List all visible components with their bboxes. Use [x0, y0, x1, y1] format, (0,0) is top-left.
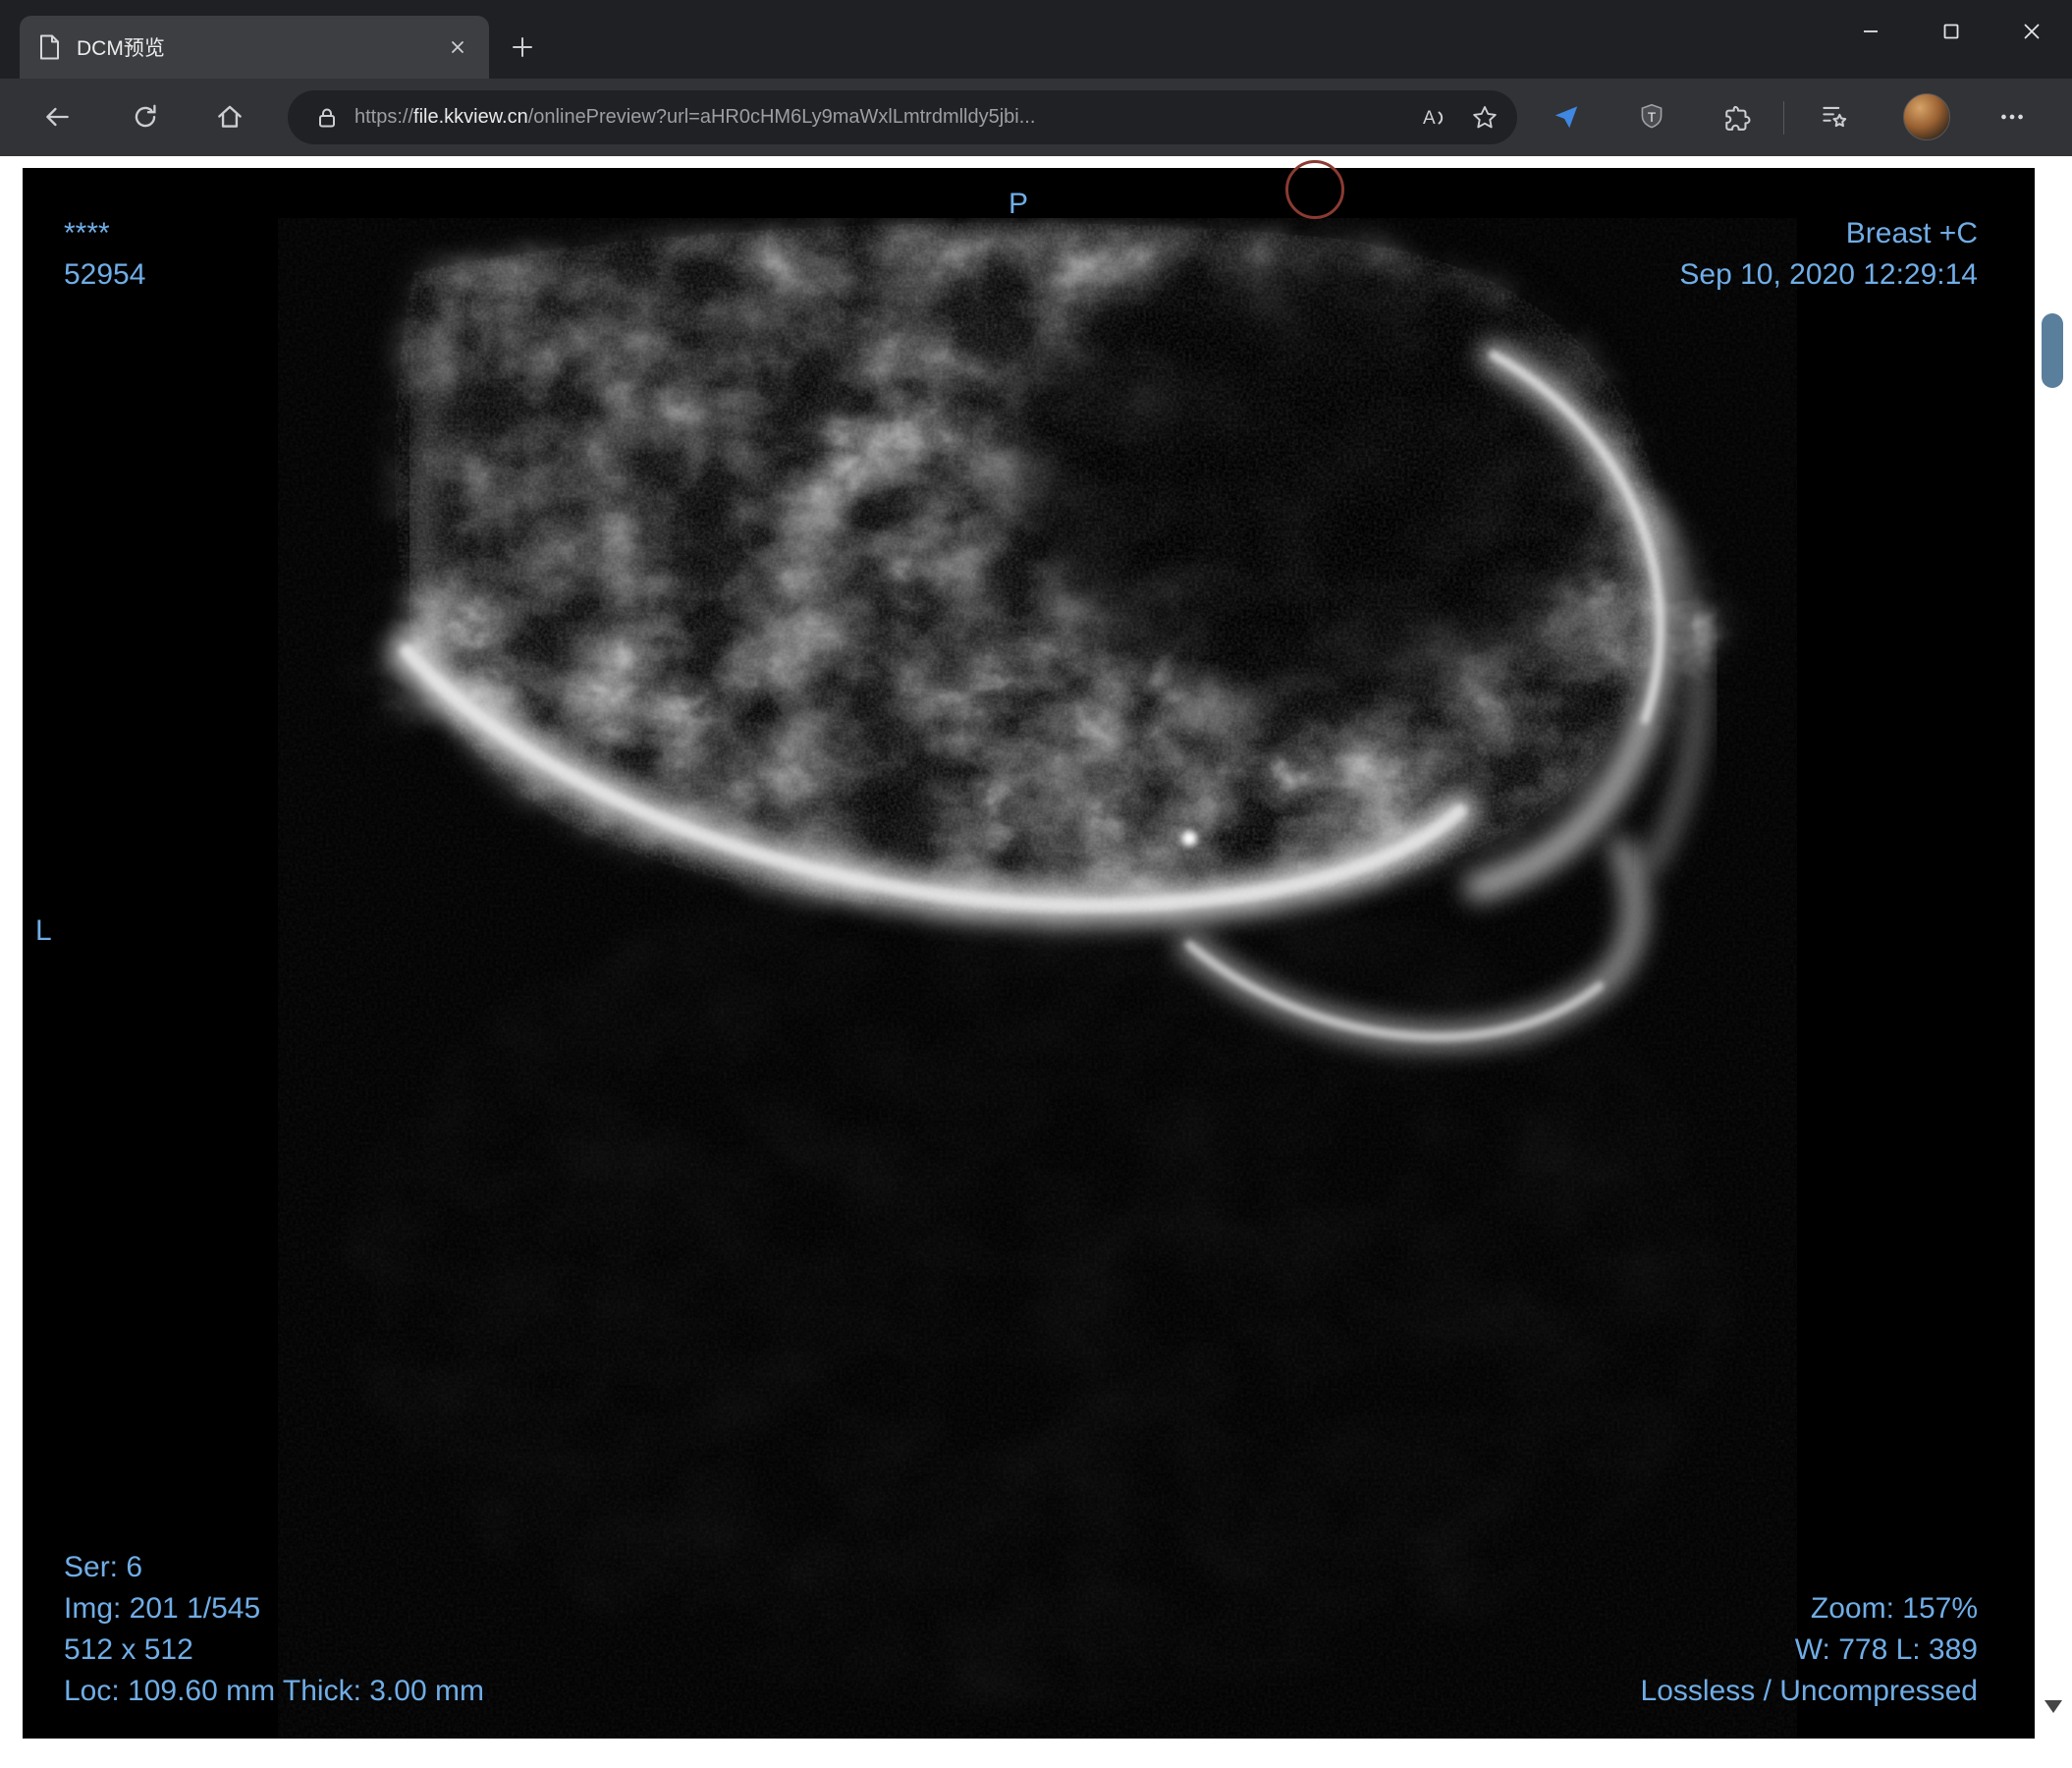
url-text: https://file.kkview.cn/onlinePreview?url… — [354, 106, 1395, 129]
dicom-viewer-canvas[interactable]: **** 52954 P Breast +C Sep 10, 2020 12:2… — [23, 160, 2035, 1739]
shield-icon: T — [1641, 103, 1663, 129]
maximize-icon — [1943, 24, 1959, 39]
new-tab-button[interactable] — [501, 26, 544, 69]
mri-image — [278, 218, 1797, 1739]
navigation-bar: https://file.kkview.cn/onlinePreview?url… — [0, 79, 2072, 156]
read-aloud-icon: A — [1423, 108, 1444, 129]
study-label: Breast +C — [1845, 217, 1978, 249]
scrollbar-thumb[interactable] — [2042, 313, 2063, 388]
window-minimize-button[interactable] — [1830, 0, 1911, 63]
url-scheme: https:// — [354, 106, 414, 128]
refresh-icon — [135, 104, 156, 128]
favorite-star-button[interactable] — [1470, 103, 1499, 133]
zoom-level: Zoom: 157% — [1810, 1592, 1978, 1625]
back-button[interactable] — [28, 88, 85, 145]
address-bar[interactable]: https://file.kkview.cn/onlinePreview?url… — [288, 90, 1517, 144]
orientation-marker-left: L — [35, 914, 52, 947]
annotation-circle[interactable] — [1285, 160, 1344, 219]
display-info-block: Zoom: 157% W: 778 L: 389 Lossless / Unco… — [1641, 1588, 1978, 1712]
url-path: /onlinePreview?url=aHR0cHM6Ly9maWxlLmtrd… — [527, 106, 1036, 128]
orientation-marker-posterior: P — [1008, 188, 1028, 220]
more-menu-button[interactable] — [1983, 88, 2042, 145]
close-icon — [2024, 24, 2040, 39]
toolbar-separator — [1783, 101, 1784, 135]
refresh-button[interactable] — [117, 88, 174, 145]
ellipsis-icon — [2001, 114, 2023, 120]
tab-bar: DCM预览 — [0, 0, 2072, 79]
series-info-block: Ser: 6 Img: 201 1/545 512 x 512 Loc: 109… — [64, 1547, 484, 1712]
extension-shield-button[interactable]: T — [1622, 88, 1681, 145]
patient-id-masked: **** — [64, 217, 110, 249]
patient-info-block: **** 52954 — [64, 213, 145, 296]
plus-icon — [508, 32, 537, 62]
image-index: Img: 201 1/545 — [64, 1592, 261, 1625]
document-icon — [35, 32, 63, 62]
back-arrow-icon — [46, 107, 69, 127]
browser-tab[interactable]: DCM预览 — [20, 16, 489, 79]
slice-location: Loc: 109.60 mm Thick: 3.00 mm — [64, 1675, 484, 1707]
matrix-size: 512 x 512 — [64, 1633, 193, 1666]
star-icon — [1473, 105, 1497, 128]
series-number: Ser: 6 — [64, 1551, 143, 1583]
home-icon — [218, 105, 242, 128]
compression-info: Lossless / Uncompressed — [1640, 1675, 1978, 1707]
tab-title: DCM预览 — [77, 37, 165, 60]
window-close-button[interactable] — [1991, 0, 2072, 63]
scrollbar-down-arrow[interactable] — [2045, 1700, 2062, 1713]
url-domain: file.kkview.cn — [413, 106, 528, 128]
hub-star-icon — [1823, 106, 1847, 128]
extensions-button[interactable] — [1709, 88, 1768, 145]
window-controls — [1830, 0, 2072, 63]
window-level: W: 778 L: 389 — [1794, 1633, 1978, 1666]
minimize-icon — [1864, 30, 1878, 32]
lock-icon[interactable] — [313, 104, 341, 132]
page-content: **** 52954 P Breast +C Sep 10, 2020 12:2… — [0, 156, 2072, 1768]
tab-close-icon[interactable] — [442, 31, 473, 63]
study-datetime: Sep 10, 2020 12:29:14 — [1679, 258, 1978, 291]
svg-text:A: A — [1423, 108, 1436, 129]
svg-text:T: T — [1648, 109, 1657, 125]
blue-extension-icon — [1554, 106, 1578, 129]
favorites-hub-button[interactable] — [1805, 88, 1864, 145]
patient-number: 52954 — [64, 258, 146, 291]
home-button[interactable] — [201, 88, 258, 145]
window-maximize-button[interactable] — [1911, 0, 1991, 63]
study-info-block: Breast +C Sep 10, 2020 12:29:14 — [1679, 213, 1978, 296]
puzzle-icon — [1725, 105, 1751, 131]
extension-translate-button[interactable] — [1537, 88, 1596, 145]
profile-avatar[interactable] — [1903, 93, 1950, 140]
read-aloud-button[interactable]: A — [1417, 103, 1448, 133]
